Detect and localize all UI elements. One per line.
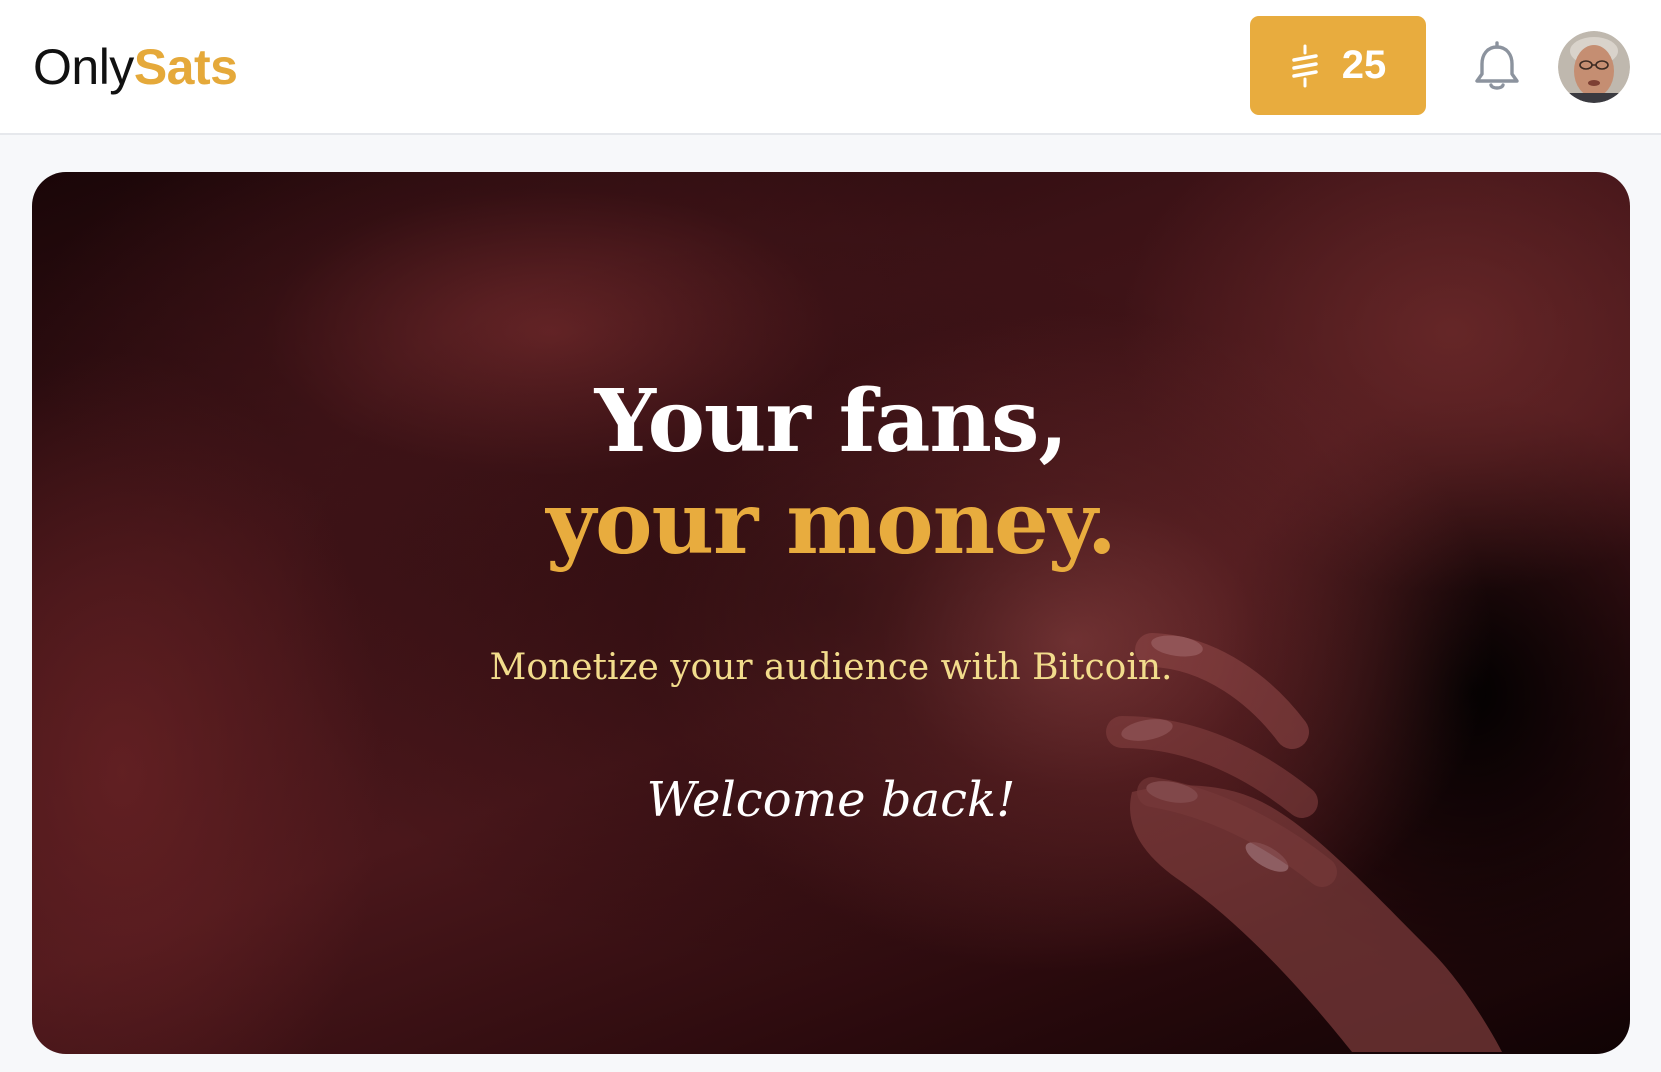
hero-banner: Your fans, your money. Monetize your aud… xyxy=(32,172,1630,1054)
logo-text-sats: Sats xyxy=(133,39,238,95)
hero-tagline: Monetize your audience with Bitcoin. xyxy=(489,647,1173,688)
user-avatar[interactable] xyxy=(1558,31,1630,103)
hand-image xyxy=(1106,633,1502,1052)
top-navigation-bar: OnlySats 25 xyxy=(0,0,1661,135)
satoshi-icon xyxy=(1292,44,1318,87)
hero-headline-line-1: Your fans, xyxy=(594,371,1069,472)
sats-balance-button[interactable]: 25 xyxy=(1250,16,1426,115)
hero-headline-line-2: your money. xyxy=(546,473,1117,574)
welcome-message: Welcome back! xyxy=(646,772,1016,828)
logo-text-only: Only xyxy=(33,39,134,95)
sats-balance-count: 25 xyxy=(1341,43,1387,87)
app-logo[interactable]: OnlySats xyxy=(33,38,238,96)
bell-icon[interactable] xyxy=(1472,41,1522,93)
